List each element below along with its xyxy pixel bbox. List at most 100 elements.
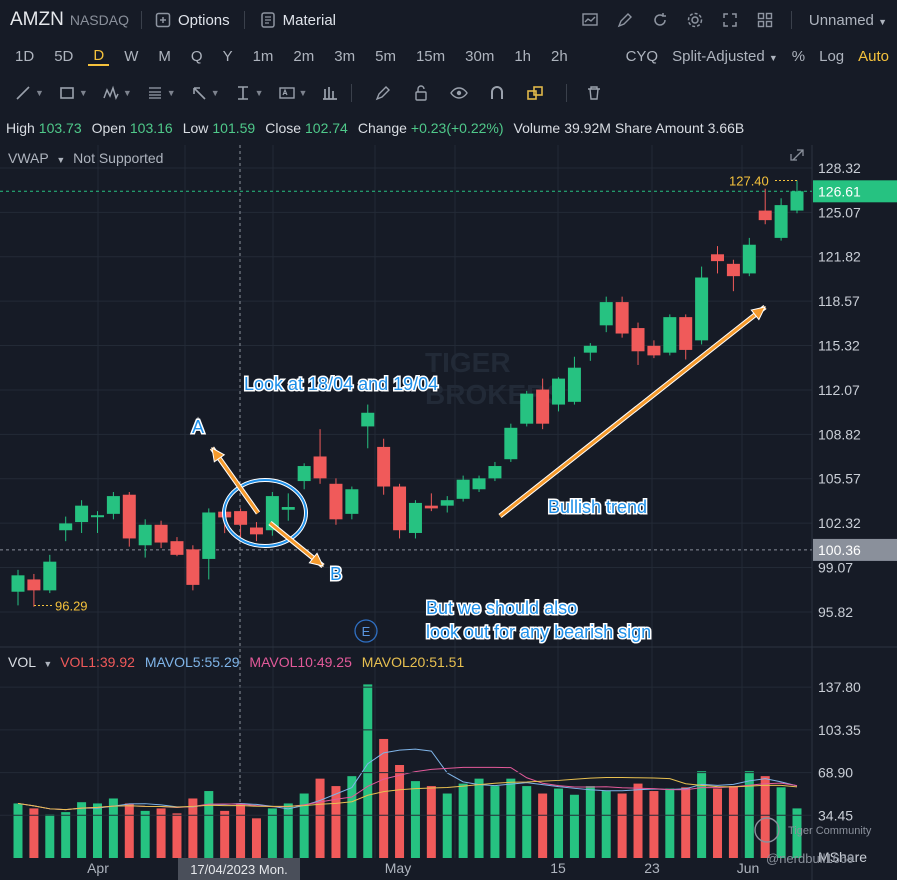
candle-body xyxy=(488,466,502,479)
volume-bar xyxy=(728,786,738,858)
material-button[interactable]: Material xyxy=(259,11,336,29)
candle-body xyxy=(202,512,216,559)
candle-body xyxy=(59,523,73,531)
open-label: Open xyxy=(91,120,126,136)
drawing-toolbar: ▼ ▼ ▼ ▼ ▼ ▼ ▼ xyxy=(0,76,897,110)
edit-icon[interactable] xyxy=(616,11,634,29)
volume-bar xyxy=(204,791,214,858)
volume-bar xyxy=(617,793,627,858)
x-axis-label: 23 xyxy=(644,860,660,876)
candle-body xyxy=(138,524,152,546)
volume-bar xyxy=(569,794,579,858)
x-axis-label: Jun xyxy=(737,860,760,876)
indicator-tool[interactable] xyxy=(321,84,339,102)
chevron-down-icon: ▼ xyxy=(254,88,264,98)
price-chart[interactable]: 128.32 125.07 121.82 118.57 115.32 112.07 108.… xyxy=(0,145,897,880)
chevron-down-icon: ▼ xyxy=(878,16,887,27)
pen-icon[interactable] xyxy=(374,84,392,102)
volume-bar xyxy=(267,808,277,858)
low-label: Low xyxy=(182,120,209,136)
period-5m[interactable]: 5m xyxy=(370,48,401,65)
candle-body xyxy=(472,478,486,490)
period-5d[interactable]: 5D xyxy=(49,48,78,65)
candle-body xyxy=(520,393,534,424)
cyq-button[interactable]: CYQ xyxy=(626,48,659,65)
divider xyxy=(790,11,792,29)
x-axis-label: May xyxy=(385,860,411,876)
arrow-icon xyxy=(190,84,208,102)
period-30m[interactable]: 30m xyxy=(460,48,499,65)
candle-body xyxy=(11,575,25,592)
period-15m[interactable]: 15m xyxy=(411,48,450,65)
adjust-dropdown[interactable]: Split-Adjusted ▼ xyxy=(672,48,778,65)
volume-legend: VOL ▼ VOL1:39.92 MAVOL5:55.29 MAVOL10:49… xyxy=(8,654,464,670)
gear-icon[interactable] xyxy=(686,11,704,29)
volume-bar xyxy=(681,787,691,858)
candle-body xyxy=(329,483,343,520)
candle-body xyxy=(790,191,804,211)
period-d[interactable]: D xyxy=(88,47,110,66)
volume-bar xyxy=(410,781,420,858)
grid-layout-icon[interactable] xyxy=(756,11,774,29)
community-user: @nerdbull1669 xyxy=(766,851,854,866)
indicator-status: Not Supported xyxy=(73,150,164,166)
volume-bar xyxy=(713,788,723,858)
period-q[interactable]: Q xyxy=(186,48,208,65)
refresh-icon[interactable] xyxy=(651,11,669,29)
candle-body xyxy=(90,515,104,518)
indicator-legend[interactable]: VWAP ▼ Not Supported xyxy=(8,150,163,166)
chevron-down-icon: ▼ xyxy=(210,88,220,98)
text-tool[interactable]: ▼ xyxy=(278,84,307,102)
unlock-icon[interactable] xyxy=(412,84,430,102)
volume-bar xyxy=(760,776,770,858)
text-box-icon xyxy=(278,84,296,102)
period-w[interactable]: W xyxy=(119,48,143,65)
rectangle-tool[interactable]: ▼ xyxy=(58,84,88,102)
line-tool[interactable]: ▼ xyxy=(14,84,44,102)
divider xyxy=(351,84,353,102)
period-1m[interactable]: 1m xyxy=(248,48,279,65)
divider xyxy=(566,84,568,102)
layout-name: Unnamed xyxy=(808,11,874,29)
chart-icon[interactable] xyxy=(581,11,599,29)
high-value: 103.73 xyxy=(38,120,82,136)
volume-bar xyxy=(649,791,659,858)
top-right-icons: Unnamed ▼ xyxy=(581,0,887,40)
options-button[interactable]: Options xyxy=(154,11,230,29)
candle-body xyxy=(27,579,41,591)
wave-pattern-icon xyxy=(102,84,120,102)
link-shapes-icon[interactable] xyxy=(526,84,544,102)
period-1h[interactable]: 1h xyxy=(509,48,536,65)
auto-toggle[interactable]: Auto xyxy=(858,48,889,65)
magnet-icon[interactable] xyxy=(488,84,506,102)
pattern-tool[interactable]: ▼ xyxy=(102,84,132,102)
trash-icon[interactable] xyxy=(585,84,603,102)
change-value: +0.23(+0.22%) xyxy=(410,120,504,136)
percent-toggle[interactable]: % xyxy=(792,48,805,65)
candle-body xyxy=(186,549,200,585)
symbol-name[interactable]: AMZN xyxy=(10,9,64,31)
period-m[interactable]: M xyxy=(153,48,176,65)
price-tick-label: 128.32 xyxy=(818,160,861,176)
close-value: 102.74 xyxy=(305,120,348,136)
vol-label[interactable]: VOL xyxy=(8,654,36,670)
candle-body xyxy=(774,205,788,238)
eye-icon[interactable] xyxy=(450,84,469,102)
layout-dropdown[interactable]: Unnamed ▼ xyxy=(809,12,887,29)
period-y[interactable]: Y xyxy=(218,48,238,65)
period-2m[interactable]: 2m xyxy=(288,48,319,65)
candle-body xyxy=(583,345,597,353)
fullscreen-icon[interactable] xyxy=(721,11,739,29)
period-2h[interactable]: 2h xyxy=(546,48,573,65)
fibonacci-tool[interactable]: ▼ xyxy=(146,84,176,102)
measure-tool[interactable]: ▼ xyxy=(234,84,264,102)
period-1d[interactable]: 1D xyxy=(10,48,39,65)
log-toggle[interactable]: Log xyxy=(819,48,844,65)
arrow-tool[interactable]: ▼ xyxy=(190,84,220,102)
period-3m[interactable]: 3m xyxy=(329,48,360,65)
volume-bar xyxy=(77,802,87,858)
volume-bar xyxy=(538,793,548,858)
volume-bar xyxy=(426,786,436,858)
candle-body xyxy=(281,507,295,510)
volume-bar xyxy=(124,803,134,858)
